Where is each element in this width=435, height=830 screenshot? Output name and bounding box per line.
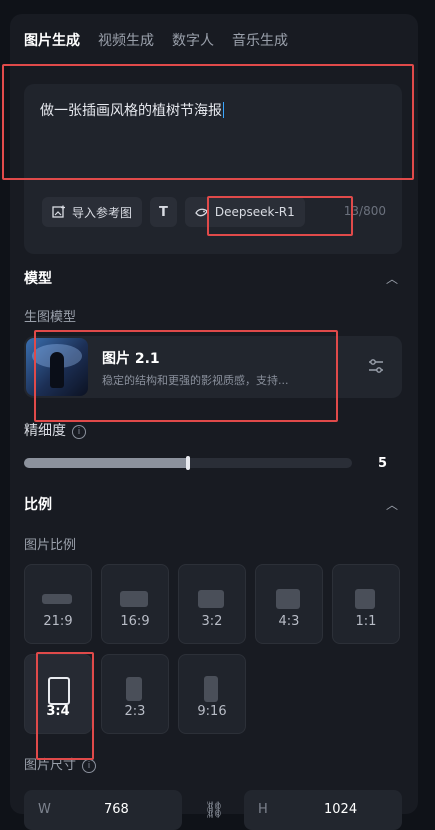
ratio-shape-icon	[198, 590, 224, 608]
sliders-icon[interactable]	[366, 356, 386, 376]
image-model-label: 生图模型	[24, 310, 77, 325]
ratio-shape-icon	[355, 589, 375, 609]
tab-video-generation[interactable]: 视频生成	[98, 30, 154, 50]
tab-music-generation[interactable]: 音乐生成	[232, 30, 288, 50]
width-value: 768	[104, 802, 129, 817]
model-section-title: 模型	[24, 271, 52, 287]
ratio-option-1-1[interactable]: 1:1	[332, 564, 400, 644]
ratio-label: 2:3	[124, 704, 146, 719]
text-style-button[interactable]: T	[150, 197, 177, 227]
ratio-option-21-9[interactable]: 21:9	[24, 564, 92, 644]
detail-label-wrapper: 精细度 i	[24, 420, 86, 440]
link-icon[interactable]: ⛓	[204, 800, 224, 819]
slider-fill	[24, 458, 188, 468]
text-style-icon: T	[159, 204, 168, 220]
ratio-section-title: 比例	[24, 497, 52, 513]
model-section-collapse-icon[interactable]: ︿	[386, 270, 398, 287]
import-reference-button[interactable]: 导入参考图	[42, 197, 143, 227]
ratio-shape-icon	[120, 591, 148, 607]
height-prefix: H	[258, 802, 268, 817]
import-reference-label: 导入参考图	[72, 205, 133, 220]
ratio-section-collapse-icon[interactable]: ︿	[386, 496, 398, 513]
image-size-label: 图片尺寸	[24, 758, 77, 773]
ratio-option-16-9[interactable]: 16:9	[101, 564, 169, 644]
ratio-shape-icon	[276, 589, 300, 609]
width-prefix: W	[38, 802, 51, 817]
image-add-icon	[52, 205, 65, 218]
ratio-label: 4:3	[278, 614, 300, 629]
detail-slider[interactable]	[24, 456, 352, 470]
ratio-label: 1:1	[355, 614, 377, 629]
annotation-box-model	[34, 330, 338, 422]
width-field[interactable]: W 768	[24, 790, 182, 830]
ratio-option-4-3[interactable]: 4:3	[255, 564, 323, 644]
size-row: W 768 ⛓ H 1024	[24, 790, 402, 830]
info-icon[interactable]: i	[82, 759, 97, 773]
annotation-box-prompt	[2, 64, 414, 180]
annotation-box-deepseek	[207, 196, 353, 236]
ratio-label: 21:9	[43, 614, 73, 629]
ratio-label: 9:16	[197, 704, 227, 719]
image-ratio-label: 图片比例	[24, 538, 77, 553]
info-icon[interactable]: i	[72, 425, 86, 439]
tab-digital-human[interactable]: 数字人	[172, 30, 214, 50]
ratio-option-2-3[interactable]: 2:3	[101, 654, 169, 734]
slider-handle[interactable]	[186, 456, 190, 470]
height-value: 1024	[324, 802, 358, 817]
tab-image-generation[interactable]: 图片生成	[24, 30, 80, 50]
ratio-label: 3:2	[201, 614, 223, 629]
ratio-shape-icon	[126, 677, 142, 701]
detail-value: 5	[378, 456, 388, 471]
ratio-shape-icon	[204, 676, 218, 702]
ratio-label: 16:9	[120, 614, 150, 629]
tab-bar: 图片生成 视频生成 数字人 音乐生成	[24, 30, 288, 50]
ratio-option-3-2[interactable]: 3:2	[178, 564, 246, 644]
ratio-option-9-16[interactable]: 9:16	[178, 654, 246, 734]
height-field[interactable]: H 1024	[244, 790, 402, 830]
ratio-shape-icon	[42, 594, 72, 604]
annotation-box-ratio	[36, 652, 94, 760]
detail-label: 精细度	[24, 423, 66, 439]
